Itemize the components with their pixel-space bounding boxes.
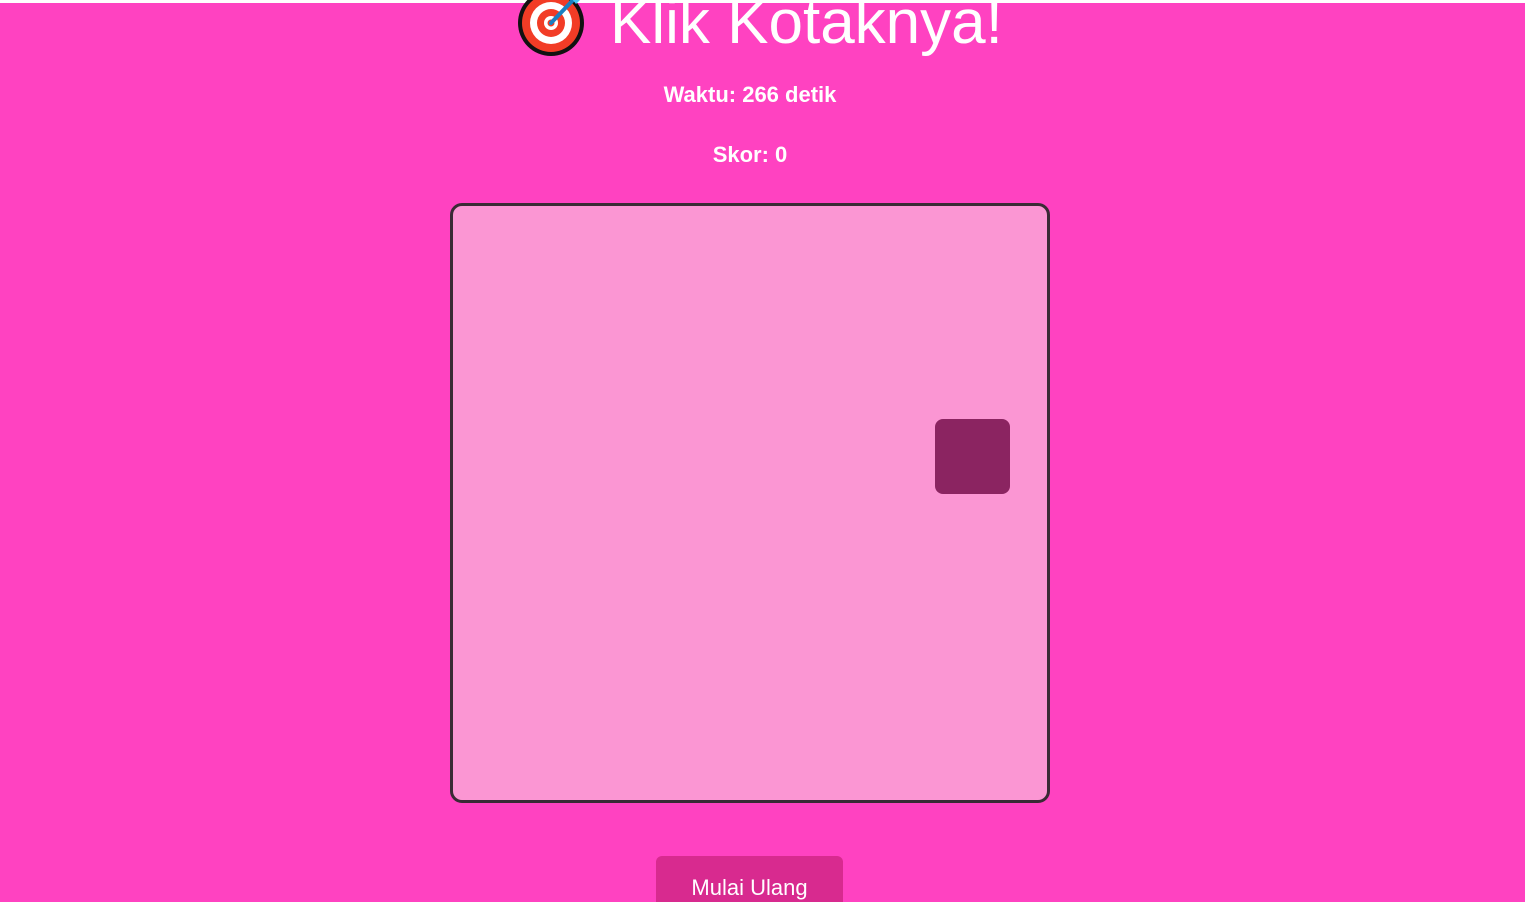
game-board	[450, 203, 1050, 803]
direct-hit-target-icon	[516, 0, 586, 58]
score-display: Skor: 0	[712, 142, 788, 167]
restart-button[interactable]: Mulai Ulang	[656, 856, 843, 902]
timer-display: Waktu: 266 detik	[663, 82, 837, 107]
target-box[interactable]	[935, 419, 1010, 494]
page-title: Klik Kotaknya!	[516, 0, 1003, 58]
page-title-text: Klik Kotaknya!	[610, 0, 1003, 57]
restart-button-label: Mulai Ulang	[691, 875, 808, 900]
